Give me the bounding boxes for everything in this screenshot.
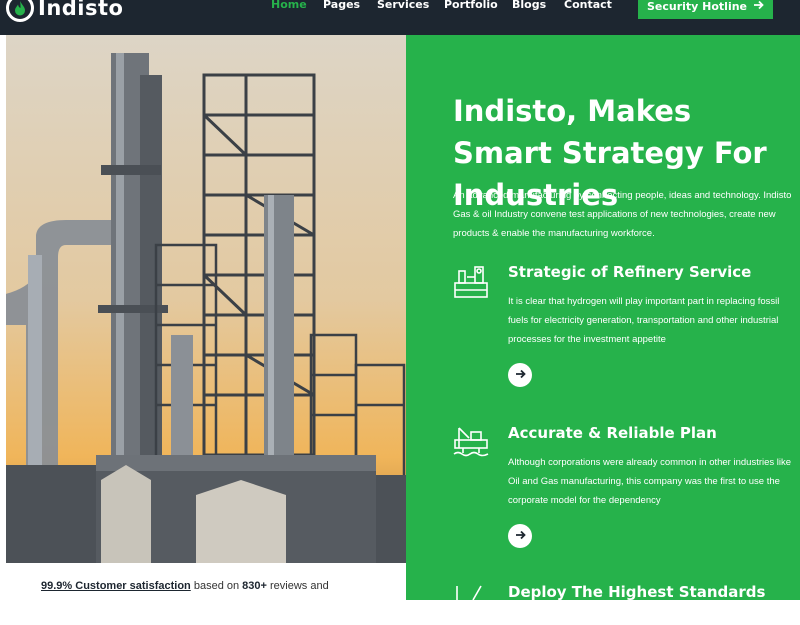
feature-title-plan: Accurate & Reliable Plan — [508, 424, 717, 442]
feature-refinery-arrow-button[interactable] — [508, 363, 532, 387]
tools-icon — [453, 584, 489, 620]
review-count: 830+ — [242, 580, 267, 592]
nav-portfolio[interactable]: Portfolio — [444, 0, 498, 11]
arrow-right-icon — [515, 366, 526, 384]
satisfaction-middle: based on — [190, 580, 243, 592]
refinery-icon — [453, 263, 489, 299]
feature-title-refinery: Strategic of Refinery Service — [508, 263, 752, 281]
satisfaction-suffix: reviews and — [266, 580, 329, 592]
oil-rig-icon — [453, 424, 489, 460]
nav-home[interactable]: Home — [271, 0, 307, 11]
refinery-photo — [6, 35, 406, 563]
nav-services[interactable]: Services — [377, 0, 429, 11]
hero-description: An advanced manufacturing by connecting … — [453, 190, 792, 239]
security-hotline-button[interactable]: Security Hotline — [638, 0, 773, 19]
feature-text-plan: Although corporations were already commo… — [508, 457, 792, 506]
satisfaction-highlight[interactable]: 99.9% Customer satisfaction — [41, 580, 191, 592]
top-navbar: Indisto Home Pages Services Portfolio Bl… — [0, 0, 800, 35]
arrow-right-icon — [753, 0, 764, 13]
nav-pages[interactable]: Pages — [323, 0, 360, 11]
customer-satisfaction-line: 99.9% Customer satisfaction based on 830… — [41, 580, 329, 592]
feature-plan-arrow-button[interactable] — [508, 524, 532, 548]
security-hotline-label: Security Hotline — [646, 0, 748, 13]
arrow-right-icon — [515, 527, 526, 545]
feature-title-standards: Deploy The Highest Standards — [508, 583, 766, 601]
nav-contact[interactable]: Contact — [564, 0, 612, 11]
nav-blogs[interactable]: Blogs — [512, 0, 546, 11]
feature-text-refinery: It is clear that hydrogen will play impo… — [508, 296, 780, 345]
